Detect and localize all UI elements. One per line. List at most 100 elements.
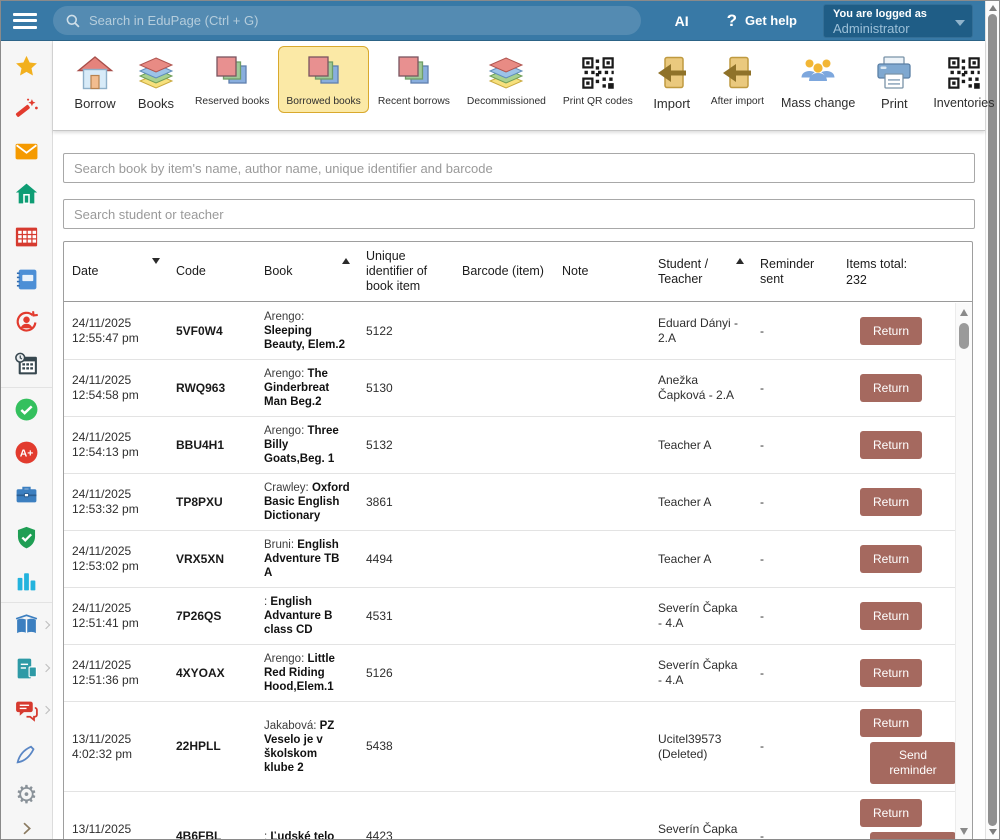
column-label: Note <box>562 264 588 279</box>
column-header-student[interactable]: Student / Teacher <box>650 253 752 291</box>
toolbar-item-after-import[interactable]: After import <box>703 46 772 113</box>
send-reminder-button[interactable]: Send reminder <box>870 832 955 840</box>
table-row: 24/11/202512:51:36 pm4XYOAXArengo: Littl… <box>64 645 955 702</box>
ai-button[interactable]: AI <box>675 13 689 29</box>
column-header-code[interactable]: Code <box>168 260 256 283</box>
toolbar-item-label: Import <box>653 96 690 111</box>
sidebar-document-icon[interactable] <box>1 647 52 690</box>
table-scrollbar[interactable] <box>955 303 972 840</box>
table-scroll-up-icon[interactable] <box>960 309 968 316</box>
cell-code: 22HPLL <box>168 739 256 754</box>
window-scrollbar[interactable] <box>985 1 999 839</box>
cell-unique-identifier: 5438 <box>358 739 454 754</box>
table-body: 24/11/202512:55:47 pm5VF0W4Arengo: Sleep… <box>64 303 955 840</box>
global-search-input[interactable] <box>89 13 629 28</box>
sidebar-notebook-icon[interactable] <box>1 258 52 301</box>
table-scroll-down-icon[interactable] <box>960 828 968 835</box>
sidebar-star-icon[interactable] <box>1 45 52 88</box>
window-scrollbar-thumb[interactable] <box>988 14 997 826</box>
cell-actions: Return <box>838 317 955 345</box>
sidebar-magic-wand-icon[interactable] <box>1 88 52 131</box>
return-button[interactable]: Return <box>860 488 922 516</box>
sidebar-person-sync-icon[interactable] <box>1 300 52 343</box>
sidebar-briefcase-icon[interactable] <box>1 474 52 517</box>
sidebar-gear-icon[interactable]: ⚙ <box>1 775 52 818</box>
column-header-reminder[interactable]: Reminder sent <box>752 253 838 291</box>
cell-book: Arengo: Three Billy Goats,Beg. 1 <box>256 424 358 466</box>
cell-code: 4B6FBL <box>168 829 256 840</box>
question-mark-icon: ? <box>727 11 737 31</box>
return-button[interactable]: Return <box>860 545 922 573</box>
main-content: BorrowBooksReserved booksBorrowed booksR… <box>53 41 985 839</box>
column-header-note[interactable]: Note <box>554 260 650 283</box>
library-toolbar: BorrowBooks Reserved books Borrowed booksR… <box>53 41 985 131</box>
toolbar-item-books[interactable]: Books <box>126 46 186 117</box>
return-button[interactable]: Return <box>860 602 922 630</box>
cell-unique-identifier: 5126 <box>358 666 454 681</box>
toolbar-item-print[interactable]: Print <box>864 46 924 117</box>
toolbar-item-inventories[interactable]: Inventories <box>925 46 1000 116</box>
sidebar-shield-check-icon[interactable] <box>1 516 52 559</box>
cell-actions: Return <box>838 659 955 687</box>
sidebar-house-icon[interactable] <box>1 173 52 216</box>
student-teacher-search-input[interactable] <box>63 199 975 229</box>
return-button[interactable]: Return <box>860 709 922 737</box>
table-scrollbar-thumb[interactable] <box>959 323 969 349</box>
send-reminder-button[interactable]: Send reminder <box>870 742 955 784</box>
sidebar-open-book-icon[interactable] <box>1 604 52 647</box>
column-header-book[interactable]: Book <box>256 260 358 283</box>
cell-date: 24/11/202512:51:36 pm <box>64 658 168 688</box>
sidebar-timetable-icon[interactable] <box>1 215 52 258</box>
column-header-uid[interactable]: Unique identifier of book item <box>358 245 454 298</box>
cell-date: 24/11/202512:54:58 pm <box>64 373 168 403</box>
sidebar-grades-icon[interactable]: A+ <box>1 431 52 474</box>
toolbar-item-label: Reserved books <box>195 96 269 107</box>
logged-user-dropdown[interactable]: You are logged as Administrator <box>823 4 973 38</box>
cell-student-teacher: Ucitel39573 (Deleted) <box>650 732 752 762</box>
column-label: Book <box>264 264 293 279</box>
column-header-date[interactable]: Date <box>64 260 168 283</box>
book-search-input[interactable] <box>63 153 975 183</box>
submenu-chevron-icon <box>42 621 50 629</box>
sidebar-divider <box>1 602 52 603</box>
search-icon <box>65 13 81 29</box>
sidebar-chevron-right-icon[interactable] <box>1 817 52 839</box>
toolbar-item-label: After import <box>711 96 764 107</box>
cell-actions: Return <box>838 431 955 459</box>
toolbar-item-mass-change[interactable]: Mass change <box>773 46 863 116</box>
sidebar-pen-icon[interactable] <box>1 732 52 775</box>
column-header-barcode[interactable]: Barcode (item) <box>454 260 554 283</box>
sidebar-schedule-clock-icon[interactable] <box>1 343 52 386</box>
toolbar-item-reserved-books[interactable]: Reserved books <box>187 46 277 113</box>
return-button[interactable]: Return <box>860 659 922 687</box>
sidebar-bar-chart-icon[interactable] <box>1 559 52 602</box>
cell-student-teacher: Severín Čapka - 4.A <box>650 822 752 840</box>
sidebar-chat-icon[interactable] <box>1 689 52 732</box>
toolbar-item-decommissioned[interactable]: Decommissioned <box>459 46 554 113</box>
toolbar-item-print-qr-codes[interactable]: Print QR codes <box>555 46 641 113</box>
global-search[interactable] <box>53 6 641 35</box>
return-button[interactable]: Return <box>860 317 922 345</box>
sidebar-envelope-icon[interactable] <box>1 130 52 173</box>
get-help-button[interactable]: ? Get help <box>727 11 797 31</box>
sort-asc-icon <box>342 258 350 264</box>
borrow-house-icon <box>73 54 117 92</box>
table-row: 24/11/202512:53:02 pmVRX5XNBruni: Englis… <box>64 531 955 588</box>
sidebar-check-circle-icon[interactable] <box>1 389 52 432</box>
toolbar-item-import[interactable]: Import <box>642 46 702 117</box>
return-button[interactable]: Return <box>860 799 922 827</box>
scroll-down-icon[interactable] <box>989 829 997 835</box>
table-header: DateCode Book Unique identifier of book it… <box>64 242 972 302</box>
return-button[interactable]: Return <box>860 374 922 402</box>
cell-book: Bruni: English Adventure TB A <box>256 538 358 580</box>
toolbar-item-borrow[interactable]: Borrow <box>65 46 125 117</box>
return-button[interactable]: Return <box>860 431 922 459</box>
toolbar-item-label: Print <box>881 96 908 111</box>
menu-icon[interactable] <box>13 13 37 29</box>
toolbar-item-recent-borrows[interactable]: Recent borrows <box>370 46 458 113</box>
import-arrow-icon <box>650 54 694 92</box>
scroll-up-icon[interactable] <box>989 5 997 11</box>
cell-student-teacher: Severín Čapka - 4.A <box>650 601 752 631</box>
cell-student-teacher: Teacher A <box>650 552 752 567</box>
toolbar-item-borrowed-books[interactable]: Borrowed books <box>278 46 368 113</box>
